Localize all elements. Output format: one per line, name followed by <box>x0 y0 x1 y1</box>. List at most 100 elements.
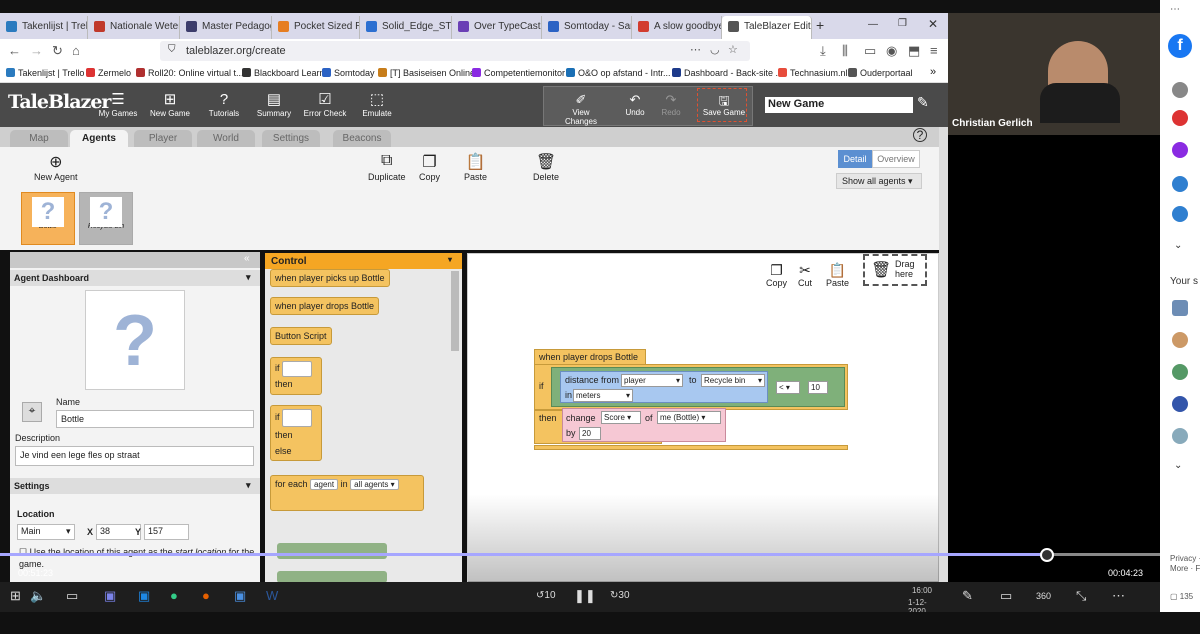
threshold-field[interactable]: 10 <box>808 381 828 394</box>
account-icon[interactable]: ◉ <box>886 43 897 59</box>
event-block[interactable]: when player drops Bottle <box>534 349 646 365</box>
amount-field[interactable]: 20 <box>579 427 601 440</box>
maximize-button[interactable]: ❐ <box>898 18 907 29</box>
shortcut-icon[interactable] <box>1172 428 1188 444</box>
page-scrollbar[interactable] <box>939 127 948 582</box>
agent-card-bottle[interactable]: ?Bottle <box>21 192 75 245</box>
bookmark[interactable]: Roll20: Online virtual t... <box>136 68 244 78</box>
browser-tab[interactable]: Master Pedagogi <box>180 16 272 39</box>
change-block[interactable]: change Score ▾ of me (Bottle) ▾ by 20 <box>562 408 726 442</box>
more-icon[interactable]: ⋯ <box>1112 588 1125 604</box>
firefox-icon[interactable]: ● <box>202 588 210 603</box>
block-faded[interactable] <box>277 543 387 559</box>
use-location-checkbox[interactable]: ☐ Use the location of this agent as the … <box>19 546 255 570</box>
paste-button[interactable]: 📋 Paste <box>464 152 487 182</box>
browser-tab[interactable]: A slow goodbye <box>632 16 722 39</box>
page-actions-icon[interactable]: ⋯ <box>690 43 701 56</box>
vr-button[interactable]: 360 <box>1036 591 1051 601</box>
forward-button[interactable]: ↻30 <box>610 590 630 601</box>
y-field[interactable]: 157 <box>144 524 189 540</box>
nav-emulate[interactable]: ⬚ Emulate <box>347 91 407 118</box>
agent-card-recycle-bin[interactable]: ?Recycle bin <box>79 192 133 245</box>
browser-tab[interactable]: Over TypeCastRP <box>452 16 542 39</box>
people-icon[interactable] <box>1172 176 1188 192</box>
privacy-link[interactable]: Privacy · <box>1170 554 1200 563</box>
game-name-field[interactable]: New Game <box>765 97 913 113</box>
tab-agents[interactable]: Agents <box>70 130 128 147</box>
collapse-icon[interactable]: « <box>244 253 250 264</box>
bookmark[interactable]: O&O op afstand - Intr... <box>566 68 671 78</box>
block-for-each[interactable]: for each agent in all agents ▾ <box>270 475 424 511</box>
new-tab-button[interactable]: + <box>816 17 824 33</box>
browser-tab[interactable]: Takenlijst | Trello <box>0 16 88 39</box>
duplicate-button[interactable]: ⧉ Duplicate <box>368 152 406 182</box>
rewind-button[interactable]: ↺10 <box>536 590 556 601</box>
browser-tab-active[interactable]: TaleBlazer Edit <box>722 16 812 39</box>
block-when-picks-up[interactable]: when player picks up Bottle <box>270 269 390 287</box>
bookmark[interactable]: Ouderportaal <box>848 68 913 78</box>
block-button-script[interactable]: Button Script <box>270 327 332 345</box>
name-field[interactable]: Bottle <box>56 410 254 428</box>
browser-tab[interactable]: Somtoday - Same <box>542 16 632 39</box>
word-icon[interactable]: W <box>266 588 278 603</box>
distance-block[interactable]: distance from player ▾ to Recycle bin ▾ in… <box>560 371 768 403</box>
region-select[interactable]: Main ▾ <box>17 524 75 540</box>
nav-my-games[interactable]: ☰ My Games <box>88 91 148 118</box>
library-icon[interactable]: ⫼ <box>842 43 848 59</box>
block-if-then[interactable]: if then <box>270 357 322 395</box>
forward-button[interactable]: → <box>30 43 43 58</box>
camera-icon[interactable]: ▣ <box>234 588 246 604</box>
canvas-paste-button[interactable]: 📋 Paste <box>826 262 849 288</box>
chevron-down-icon[interactable]: ⌄ <box>1174 240 1182 251</box>
block-when-drops[interactable]: when player drops Bottle <box>270 297 380 315</box>
location-pin-icon[interactable]: ⌖ <box>22 402 42 422</box>
browser-tab[interactable]: Solid_Edge_ST10_ <box>360 16 452 39</box>
bookmark[interactable]: Technasium.nl <box>778 68 848 78</box>
pause-icon[interactable]: ❚❚ <box>574 588 596 604</box>
download-icon[interactable]: ⤓ <box>820 43 826 59</box>
nav-new-game[interactable]: ⊞ New Game <box>140 91 200 118</box>
pocket-icon[interactable]: ◡ <box>710 43 720 56</box>
windows-icon[interactable]: ⊞ <box>10 588 21 604</box>
bookmark[interactable]: Dashboard - Back-site ... <box>672 68 783 78</box>
star-icon[interactable]: ☆ <box>728 43 738 56</box>
menu-icon[interactable]: ≡ <box>930 43 938 58</box>
video-progress-knob[interactable] <box>1040 548 1054 562</box>
more-icon[interactable]: ⋯ <box>1170 4 1180 15</box>
volume-icon[interactable]: 🔈 <box>30 588 46 604</box>
trash-drop-zone[interactable]: 🗑 Drag here <box>863 254 927 286</box>
canvas-cut-button[interactable]: ✂ Cut <box>798 262 812 288</box>
view-changes-button[interactable]: ✐ View Changes <box>556 92 606 126</box>
more-link[interactable]: More · Fa <box>1170 564 1200 573</box>
script-canvas[interactable]: ❐ Copy ✂ Cut 📋 Paste 🗑 Drag here when player… <box>467 253 940 584</box>
new-agent-button[interactable]: ⊕ New Agent <box>34 152 78 182</box>
pencil-icon[interactable]: ✎ <box>917 94 929 111</box>
app-icon[interactable] <box>1172 110 1188 126</box>
bookmark[interactable]: Somtoday <box>322 68 375 78</box>
copy-button[interactable]: ❐ Copy <box>419 152 440 182</box>
tab-beacons[interactable]: Beacons <box>333 130 391 147</box>
more-bookmarks-icon[interactable]: » <box>930 66 936 78</box>
sidebar-icon[interactable]: ▭ <box>864 43 876 59</box>
extension-icon[interactable]: ⬒ <box>908 43 920 59</box>
tab-world[interactable]: World <box>197 130 255 147</box>
notification-count[interactable]: ▢ 135 <box>1170 592 1193 601</box>
settings-header[interactable]: Settings ▾ <box>10 478 260 494</box>
shortcut-icon[interactable] <box>1172 364 1188 380</box>
delete-button[interactable]: 🗑 Delete <box>533 152 559 182</box>
if-block[interactable]: if distance from player ▾ to Recycle bin ▾… <box>534 364 848 410</box>
shortcut-icon[interactable] <box>1172 300 1188 316</box>
facebook-icon[interactable]: f <box>1168 34 1192 58</box>
whatsapp-icon[interactable]: ● <box>170 588 178 603</box>
home-icon[interactable]: ⌂ <box>72 43 80 58</box>
url-field[interactable]: ⛉ taleblazer.org/create ⋯ ◡ ☆ <box>160 41 750 61</box>
block-if-then-else[interactable]: if then else <box>270 405 322 461</box>
browser-tab[interactable]: Pocket Sized Rob <box>272 16 360 39</box>
nav-error-check[interactable]: ☑ Error Check <box>295 91 355 118</box>
pencil-icon[interactable]: ✎ <box>962 588 973 604</box>
app-icon[interactable] <box>1172 142 1188 158</box>
tab-settings[interactable]: Settings <box>262 130 320 147</box>
reload-button[interactable]: ↻ <box>52 43 63 59</box>
agent-image[interactable]: ? <box>85 290 185 390</box>
minimize-button[interactable]: — <box>868 19 878 30</box>
